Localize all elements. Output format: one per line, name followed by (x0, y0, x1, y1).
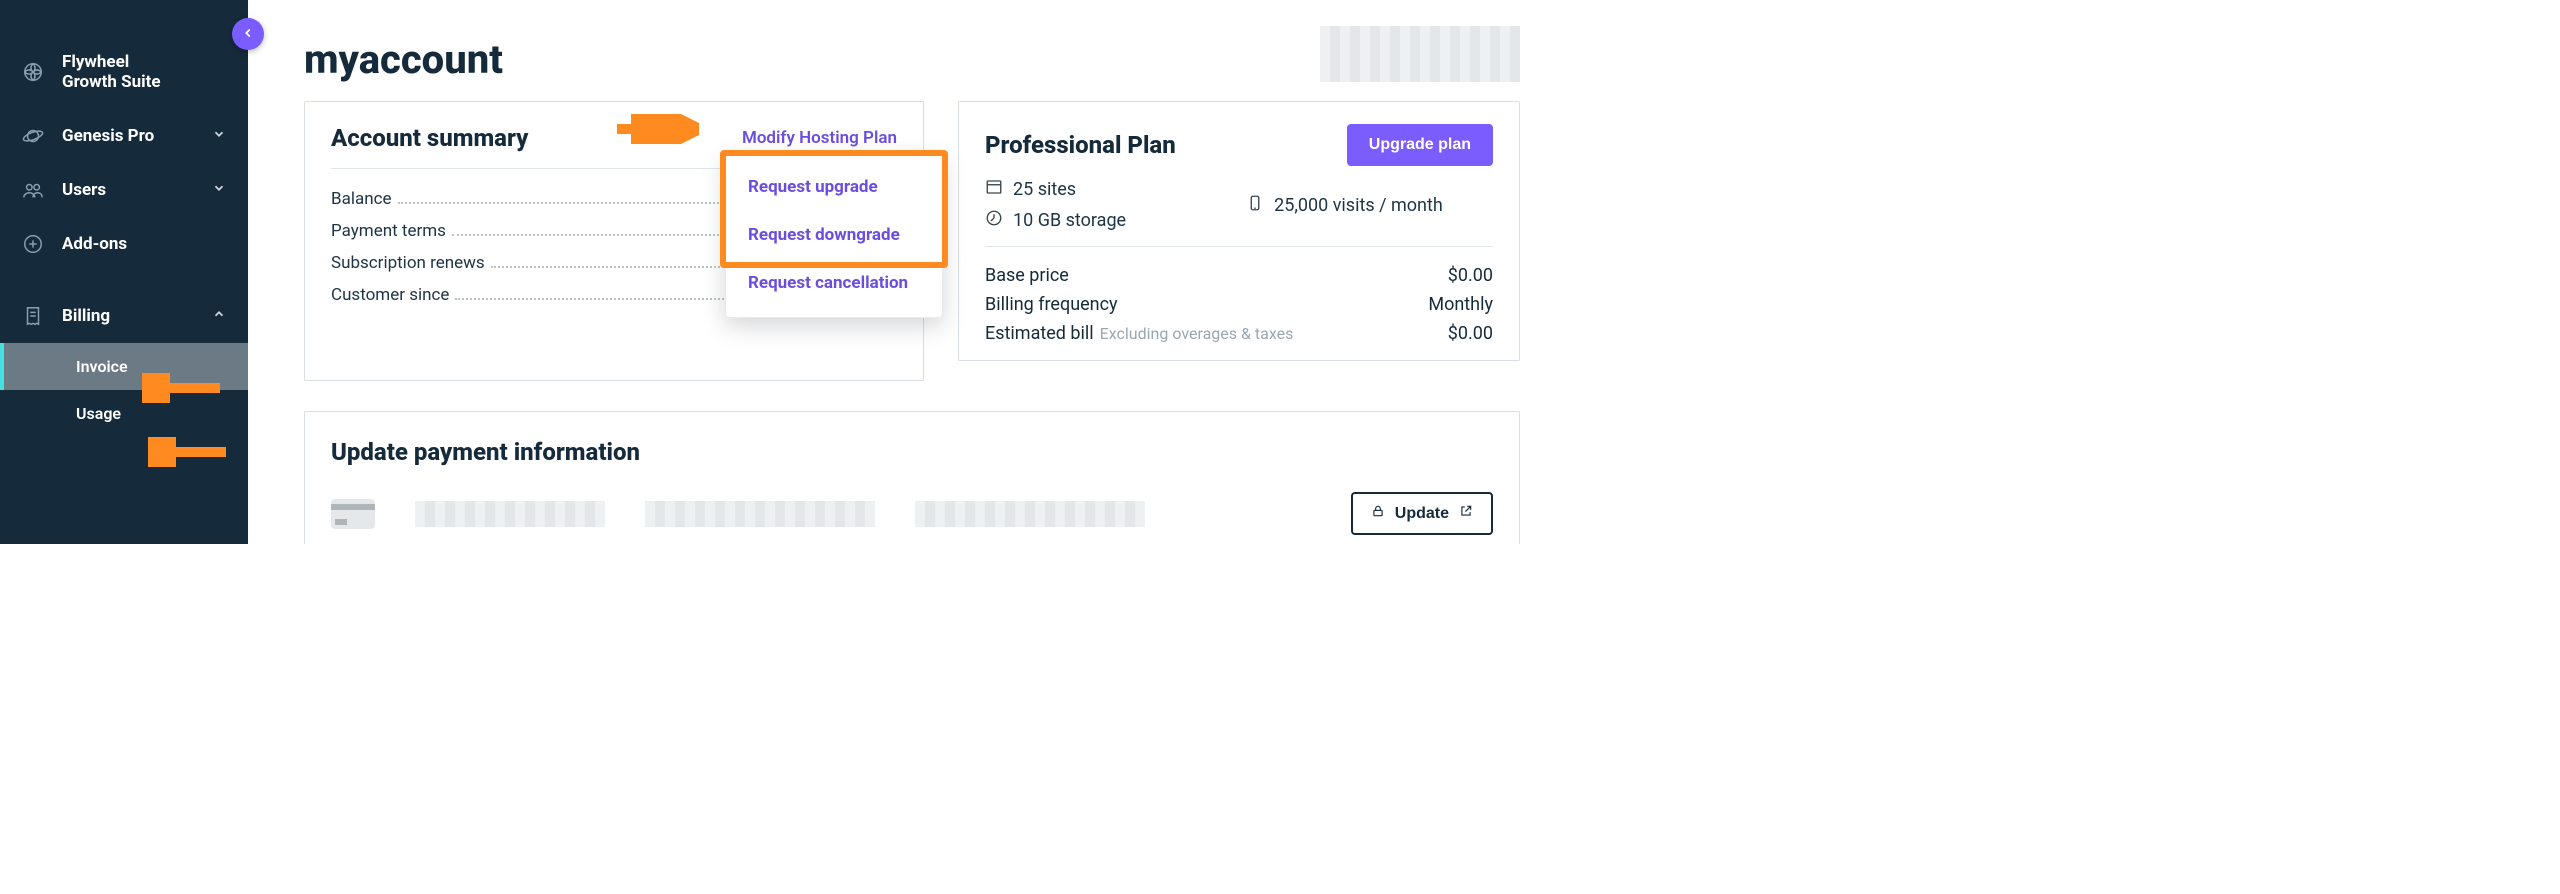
redacted-text (645, 501, 875, 527)
plan-spec-sites: 25 sites (985, 178, 1126, 201)
users-icon (22, 179, 44, 201)
plus-circle-icon (22, 233, 44, 255)
update-payment-button[interactable]: Update (1351, 492, 1493, 535)
receipt-icon (22, 305, 44, 327)
plan-row-estimated-bill: Estimated billExcluding overages & taxes… (985, 319, 1493, 348)
sidebar-item-label: Billing (62, 306, 110, 326)
account-summary-heading: Account summary (331, 124, 528, 152)
sidebar-subitem-usage[interactable]: Usage (0, 390, 248, 437)
chevron-down-icon (212, 127, 226, 145)
sidebar: Flywheel Growth Suite Genesis Pro Users (0, 0, 248, 544)
chevron-up-icon (212, 307, 226, 325)
sidebar-subitem-label: Invoice (76, 357, 128, 376)
planet-icon (22, 125, 44, 147)
update-payment-card: Update payment information Update (304, 411, 1520, 544)
plan-spec-storage: 10 GB storage (985, 209, 1126, 232)
sidebar-item-billing[interactable]: Billing (0, 289, 248, 343)
sites-icon (985, 178, 1003, 201)
arrow-left-icon (241, 25, 255, 44)
dropdown-option-request-upgrade[interactable]: Request upgrade (726, 163, 942, 211)
chevron-down-icon (212, 181, 226, 199)
sidebar-subitem-invoice[interactable]: Invoice (0, 343, 248, 390)
sidebar-item-flywheel-growth-suite[interactable]: Flywheel Growth Suite (0, 36, 248, 109)
sidebar-item-label: Users (62, 180, 106, 200)
sidebar-subitem-label: Usage (76, 404, 121, 423)
dropdown-option-request-downgrade[interactable]: Request downgrade (726, 211, 942, 259)
account-summary-card: Account summary Modify Hosting Plan Bala… (304, 101, 924, 381)
redacted-text (915, 501, 1145, 527)
plan-heading: Professional Plan (985, 131, 1176, 159)
plan-spec-visits: 25,000 visits / month (1246, 178, 1443, 232)
sidebar-item-users[interactable]: Users (0, 163, 248, 217)
sidebar-item-genesis-pro[interactable]: Genesis Pro (0, 109, 248, 163)
upgrade-plan-button[interactable]: Upgrade plan (1347, 124, 1493, 166)
credit-card-icon (331, 499, 375, 529)
redacted-avatar-area (1320, 26, 1520, 82)
plan-card: Professional Plan Upgrade plan 25 sites … (958, 101, 1520, 361)
sidebar-item-label: Genesis Pro (62, 126, 154, 146)
collapse-sidebar-button[interactable] (232, 18, 264, 50)
redacted-text (415, 501, 605, 527)
update-button-label: Update (1395, 505, 1449, 523)
modify-hosting-plan-link[interactable]: Modify Hosting Plan (742, 128, 897, 148)
lock-icon (1371, 504, 1385, 523)
external-icon (1459, 504, 1473, 523)
sidebar-item-add-ons[interactable]: Add-ons (0, 217, 248, 271)
modify-hosting-plan-dropdown: Request upgrade Request downgrade Reques… (725, 152, 943, 318)
sidebar-item-label: Add-ons (62, 234, 127, 254)
visits-icon (1246, 194, 1264, 217)
plan-row-base-price: Base price$0.00 (985, 261, 1493, 290)
dropdown-option-request-cancellation[interactable]: Request cancellation (726, 259, 942, 307)
sidebar-item-label: Flywheel Growth Suite (62, 52, 161, 93)
pinwheel-icon (22, 61, 44, 83)
plan-row-billing-frequency: Billing frequencyMonthly (985, 290, 1493, 319)
main-content: myaccount Account summary Modify Hosting… (248, 0, 1560, 544)
storage-icon (985, 209, 1003, 232)
annotation-arrow-invoice (148, 437, 228, 467)
update-payment-heading: Update payment information (331, 438, 1493, 466)
